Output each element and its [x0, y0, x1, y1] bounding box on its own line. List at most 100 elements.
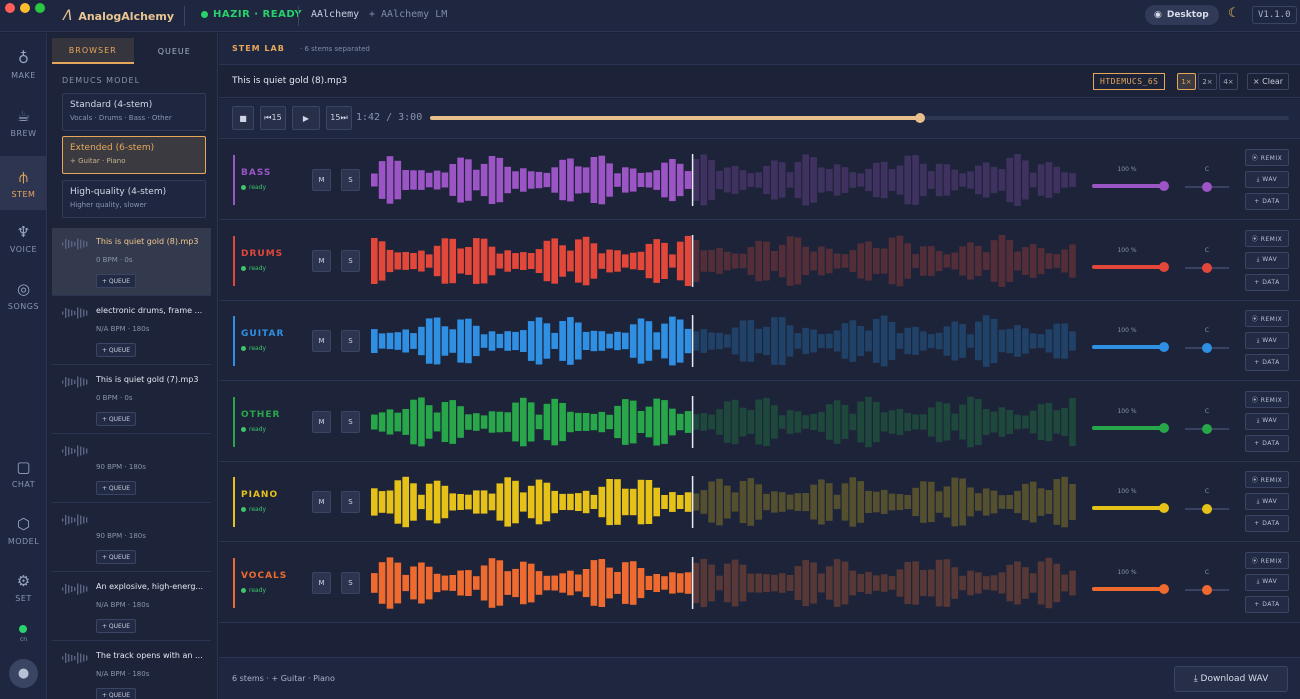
volume-slider[interactable] [1092, 422, 1169, 433]
speed-4x-button[interactable]: 4× [1219, 73, 1238, 90]
pan-slider[interactable] [1185, 262, 1229, 273]
track-item[interactable]: This is quiet gold (7).mp3 0 BPM · 0s + QU… [52, 366, 211, 434]
stem-waveform[interactable] [371, 395, 1077, 448]
remix-button[interactable]: ⦿ REMIX [1245, 229, 1289, 247]
stem-waveform[interactable] [371, 476, 1077, 528]
remix-button[interactable]: ⦿ REMIX [1245, 551, 1289, 569]
add-data-button[interactable]: + DATA [1245, 515, 1289, 532]
pan-slider[interactable] [1185, 504, 1229, 514]
volume-handle[interactable] [1159, 583, 1169, 594]
pan-handle[interactable] [1202, 584, 1212, 595]
track-item[interactable]: electronic drums, frame ... N/A BPM · 180… [52, 297, 211, 365]
close-window-button[interactable] [5, 3, 15, 13]
volume-handle[interactable] [1159, 422, 1169, 433]
desktop-mode-button[interactable]: ◉ Desktop [1145, 5, 1219, 25]
nav-item-model[interactable]: ⬡ MODEL [0, 503, 47, 557]
add-to-queue-button[interactable]: + QUEUE [96, 688, 137, 699]
export-wav-button[interactable]: ⤓ WAV [1245, 171, 1289, 188]
remix-button[interactable]: ⦿ REMIX [1245, 471, 1289, 488]
skip-forward-button[interactable]: 15⏭ [326, 106, 352, 130]
add-to-queue-button[interactable]: + QUEUE [96, 343, 137, 357]
pan-slider[interactable] [1185, 423, 1229, 434]
mute-button[interactable]: M [312, 169, 331, 191]
stop-button[interactable]: ■ [232, 106, 254, 130]
play-button[interactable]: ▶ [292, 106, 320, 130]
pan-handle[interactable] [1202, 262, 1212, 273]
solo-button[interactable]: S [341, 491, 360, 513]
nav-item-set[interactable]: ⚙ SET [0, 560, 47, 614]
remix-button[interactable]: ⦿ REMIX [1245, 149, 1289, 166]
pan-handle[interactable] [1202, 504, 1212, 514]
volume-slider[interactable] [1092, 342, 1169, 352]
pan-slider[interactable] [1185, 182, 1229, 192]
maximize-window-button[interactable] [35, 3, 45, 13]
track-item[interactable]: An explosive, high-energ... N/A BPM · 180… [52, 573, 211, 641]
volume-slider[interactable] [1092, 181, 1169, 191]
download-wav-button[interactable]: ⤓ Download WAV [1174, 666, 1288, 692]
remix-button[interactable]: ⦿ REMIX [1245, 310, 1289, 327]
pan-slider[interactable] [1185, 584, 1229, 595]
nav-item-stem[interactable]: ⫛ STEM [0, 156, 47, 210]
nav-item-chat[interactable]: ▢ CHAT [0, 446, 47, 500]
minimize-window-button[interactable] [20, 3, 30, 13]
solo-button[interactable]: S [341, 169, 360, 191]
volume-slider[interactable] [1092, 503, 1169, 513]
progress-handle[interactable] [914, 113, 925, 123]
stem-waveform[interactable] [371, 154, 1077, 206]
tab-browser[interactable]: BROWSER [52, 38, 134, 64]
add-to-queue-button[interactable]: + QUEUE [96, 481, 137, 495]
track-item[interactable]: 90 BPM · 180s + QUEUE [52, 435, 211, 503]
tab-queue[interactable]: QUEUE [134, 38, 216, 64]
export-wav-button[interactable]: ⤓ WAV [1245, 493, 1289, 510]
nav-item-brew[interactable]: ☕ BREW [0, 95, 47, 149]
nav-item-songs[interactable]: ◎ SONGS [0, 268, 47, 322]
nav-item-make[interactable]: ♁ MAKE [0, 37, 47, 91]
export-wav-button[interactable]: ⤓ WAV [1245, 332, 1289, 349]
volume-handle[interactable] [1159, 181, 1169, 191]
add-data-button[interactable]: + DATA [1245, 273, 1289, 291]
mute-button[interactable]: M [312, 249, 331, 272]
solo-button[interactable]: S [341, 410, 360, 433]
mute-button[interactable]: M [312, 330, 331, 352]
model-option-standard[interactable]: Standard (4-stem) Vocals · Drums · Bass … [62, 93, 206, 131]
solo-button[interactable]: S [341, 571, 360, 594]
model-option-high-quality[interactable]: High-quality (4-stem) Higher quality, sl… [62, 180, 206, 218]
speed-1x-button[interactable]: 1× [1177, 73, 1196, 90]
add-to-queue-button[interactable]: + QUEUE [96, 619, 137, 633]
add-data-button[interactable]: + DATA [1245, 595, 1289, 613]
mute-button[interactable]: M [312, 571, 331, 594]
mute-button[interactable]: M [312, 410, 331, 433]
volume-handle[interactable] [1159, 503, 1169, 513]
progress-slider[interactable] [430, 113, 1289, 123]
track-item[interactable]: 90 BPM · 180s + QUEUE [52, 504, 211, 572]
pan-handle[interactable] [1202, 343, 1212, 353]
add-to-queue-button[interactable]: + QUEUE [96, 274, 137, 288]
add-to-queue-button[interactable]: + QUEUE [96, 412, 137, 426]
moon-icon[interactable]: ☾ [1228, 6, 1240, 21]
track-item[interactable]: The track opens with an ... N/A BPM · 180… [52, 642, 211, 699]
add-data-button[interactable]: + DATA [1245, 354, 1289, 371]
add-data-button[interactable]: + DATA [1245, 434, 1289, 452]
export-wav-button[interactable]: ⤓ WAV [1245, 573, 1289, 591]
remix-button[interactable]: ⦿ REMIX [1245, 390, 1289, 408]
mute-button[interactable]: M [312, 491, 331, 513]
export-wav-button[interactable]: ⤓ WAV [1245, 412, 1289, 430]
add-data-button[interactable]: + DATA [1245, 193, 1289, 210]
pan-handle[interactable] [1202, 423, 1212, 434]
volume-handle[interactable] [1159, 342, 1169, 352]
volume-slider[interactable] [1092, 583, 1169, 594]
volume-slider[interactable] [1092, 261, 1169, 272]
pan-handle[interactable] [1202, 182, 1212, 192]
nav-item-voice[interactable]: ♆ VOICE [0, 211, 47, 265]
volume-handle[interactable] [1159, 261, 1169, 272]
stem-waveform[interactable] [371, 556, 1077, 609]
stem-waveform[interactable] [371, 234, 1077, 287]
solo-button[interactable]: S [341, 330, 360, 352]
stem-waveform[interactable] [371, 315, 1077, 367]
track-item[interactable]: This is quiet gold (8).mp3 0 BPM · 0s + QU… [52, 228, 211, 296]
clear-button[interactable]: × Clear [1247, 73, 1289, 90]
solo-button[interactable]: S [341, 249, 360, 272]
skip-back-button[interactable]: ⏮15 [260, 106, 286, 130]
pan-slider[interactable] [1185, 343, 1229, 353]
speed-2x-button[interactable]: 2× [1198, 73, 1217, 90]
